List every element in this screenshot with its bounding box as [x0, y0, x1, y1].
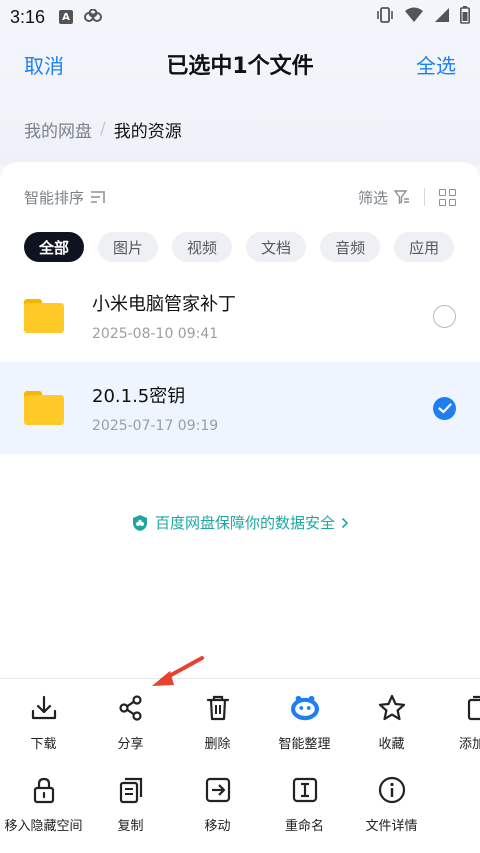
sort-icon	[91, 191, 105, 203]
chip-images[interactable]: 图片	[98, 232, 159, 262]
filter-icon	[394, 190, 409, 204]
file-name: 小米电脑管家补丁	[92, 294, 236, 315]
wifi-icon	[404, 7, 424, 27]
star-icon	[377, 693, 407, 723]
move-icon	[203, 775, 233, 805]
share-button[interactable]: 分享	[87, 693, 174, 761]
chip-apps[interactable]: 应用	[394, 232, 455, 262]
robot-icon	[290, 693, 320, 723]
signal-icon	[434, 7, 450, 27]
file-select-checkbox[interactable]	[433, 304, 456, 328]
action-label: 分享	[117, 737, 144, 752]
folder-icon	[24, 299, 64, 333]
move-button[interactable]: 移动	[174, 775, 261, 843]
cancel-button[interactable]: 取消	[24, 50, 64, 79]
add-to-button[interactable]: 添加到	[435, 693, 480, 761]
action-label: 复制	[117, 819, 144, 834]
trash-icon	[203, 693, 233, 723]
action-label: 智能整理	[278, 737, 331, 752]
red-arrow-annotation-icon	[152, 656, 204, 686]
file-date: 2025-08-10 09:41	[92, 326, 219, 342]
page-title: 已选中1个文件	[166, 54, 314, 79]
rename-icon	[290, 775, 320, 805]
divider	[424, 188, 425, 206]
lock-icon	[29, 775, 59, 805]
action-panel: 下载 分享 删除 智能整理 收藏 添加到 移入隐藏空间 复制	[0, 678, 480, 853]
delete-button[interactable]: 删除	[174, 693, 261, 761]
breadcrumb-current: 我的资源	[113, 121, 182, 142]
download-button[interactable]: 下载	[0, 693, 87, 761]
check-icon	[437, 402, 452, 413]
file-date: 2025-07-17 09:19	[92, 418, 219, 434]
battery-icon	[460, 6, 470, 28]
action-label: 移入隐藏空间	[4, 819, 83, 834]
download-icon	[29, 693, 59, 723]
move-to-hidden-space-button[interactable]: 移入隐藏空间	[0, 775, 87, 843]
action-label: 重命名	[284, 819, 324, 834]
chevron-right-icon	[341, 517, 349, 528]
action-label: 移动	[204, 819, 231, 834]
filter-button[interactable]: 筛选	[358, 187, 410, 208]
share-icon	[116, 693, 146, 723]
sort-button[interactable]: 智能排序	[24, 187, 106, 208]
file-name: 20.1.5密钥	[92, 386, 186, 407]
action-label: 添加到	[458, 737, 480, 752]
action-label: 删除	[204, 737, 231, 752]
breadcrumb-root[interactable]: 我的网盘	[24, 117, 92, 142]
sort-label: 智能排序	[24, 188, 85, 207]
select-all-button[interactable]: 全选	[416, 50, 456, 79]
header: 取消 已选中1个文件 全选	[0, 34, 480, 94]
security-tip[interactable]: 百度网盘保障你的数据安全	[0, 512, 480, 533]
breadcrumb-separator: /	[100, 119, 106, 139]
chip-audio[interactable]: 音频	[320, 232, 381, 262]
file-browser: 智能排序 筛选 全部 图片 视频 文档 音频 应用 小米电脑管家补丁 2025-…	[0, 162, 480, 678]
grid-view-icon[interactable]	[439, 188, 456, 206]
baidu-cloud-notification-icon	[83, 8, 103, 27]
security-tip-text: 百度网盘保障你的数据安全	[154, 514, 335, 532]
action-row-2: 移入隐藏空间 复制 移动 重命名 文件详情	[0, 761, 480, 843]
status-time: 3:16	[10, 6, 46, 27]
chip-all[interactable]: 全部	[24, 232, 85, 262]
rename-button[interactable]: 重命名	[261, 775, 348, 843]
copy-button[interactable]: 复制	[87, 775, 174, 843]
action-label: 文件详情	[365, 819, 418, 834]
file-select-checkbox[interactable]	[433, 396, 456, 420]
filter-label: 筛选	[357, 188, 388, 207]
notification-a-icon: A	[59, 10, 74, 24]
folder-icon	[24, 391, 64, 425]
chip-videos[interactable]: 视频	[172, 232, 233, 262]
action-label: 收藏	[378, 737, 405, 752]
status-bar: 3:16 A	[0, 0, 480, 34]
smart-organize-button[interactable]: 智能整理	[261, 693, 348, 761]
favorite-button[interactable]: 收藏	[348, 693, 435, 761]
file-details-button[interactable]: 文件详情	[348, 775, 435, 843]
top-area: 取消 已选中1个文件 全选 我的网盘 / 我的资源	[0, 34, 480, 164]
chip-documents[interactable]: 文档	[246, 232, 307, 262]
category-chips: 全部 图片 视频 文档 音频 应用	[0, 232, 480, 262]
info-icon	[377, 775, 407, 805]
vibrate-icon	[376, 7, 394, 27]
copy-icon	[116, 775, 146, 805]
action-label: 下载	[30, 737, 57, 752]
file-row[interactable]: 20.1.5密钥 2025-07-17 09:19	[0, 362, 480, 454]
add-to-icon	[464, 693, 480, 723]
breadcrumb: 我的网盘 / 我的资源	[0, 94, 480, 164]
sort-row: 智能排序 筛选	[0, 162, 480, 232]
action-row-1: 下载 分享 删除 智能整理 收藏 添加到	[0, 679, 480, 761]
shield-icon	[132, 514, 147, 531]
file-list: 小米电脑管家补丁 2025-08-10 09:41 20.1.5密钥 2025-…	[0, 270, 480, 454]
file-row[interactable]: 小米电脑管家补丁 2025-08-10 09:41	[0, 270, 480, 362]
